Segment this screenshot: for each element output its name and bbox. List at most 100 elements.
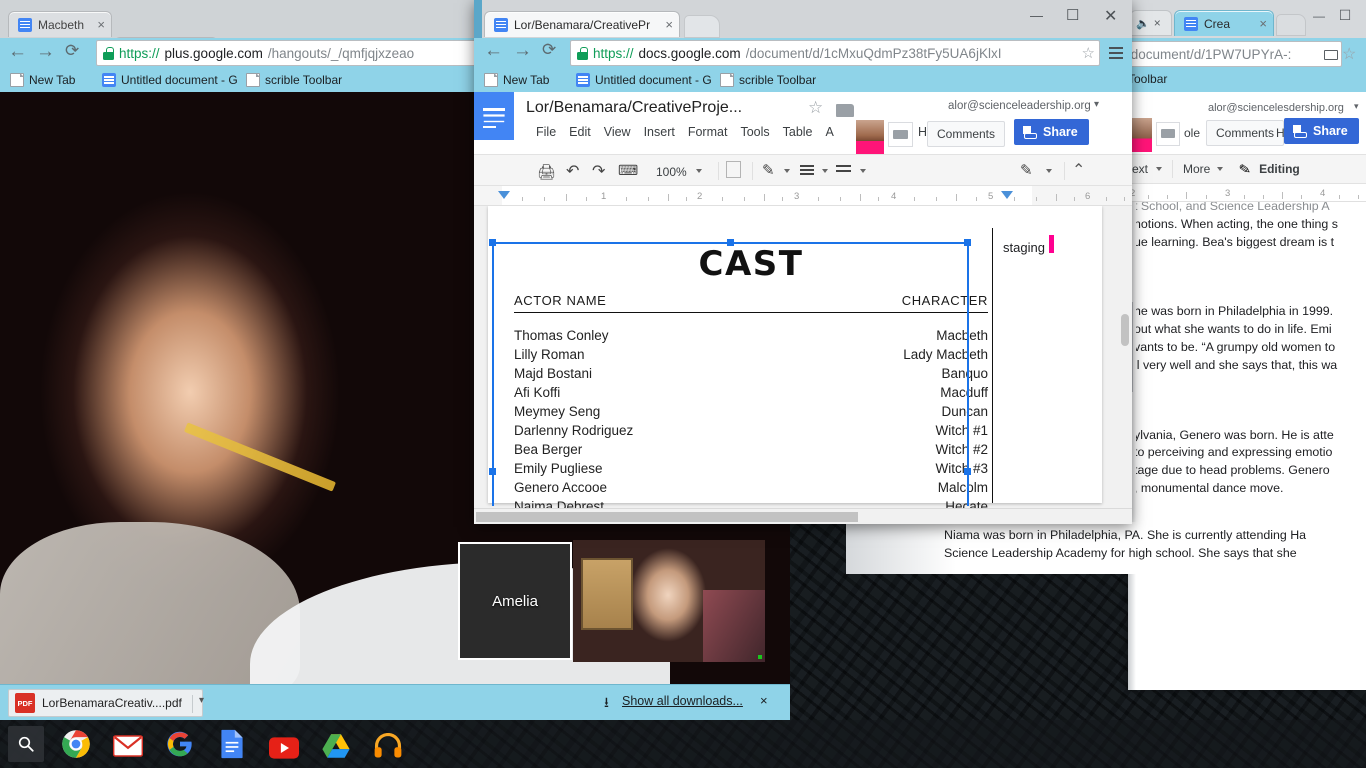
new-tab-button[interactable] [684,15,720,38]
selection-handle-bottom-left[interactable] [489,468,496,475]
download-item-menu-button[interactable]: ▾ [192,695,204,713]
menu-table[interactable]: Table [783,125,813,139]
right-window-maximize-button[interactable]: ☐ [1334,7,1356,24]
avatar[interactable] [856,120,884,154]
chevron-down-icon[interactable] [696,169,702,173]
shelf-app-google-search[interactable] [162,726,198,762]
launcher-button[interactable] [8,726,44,762]
show-all-downloads-link[interactable]: Show all downloads... [622,694,743,708]
close-icon[interactable]: × [1154,16,1161,30]
pencil-icon[interactable]: ✎ [1238,160,1253,179]
indent-marker-right[interactable] [1001,191,1013,199]
menu-view[interactable]: View [604,125,631,139]
shelf-app-gmail[interactable] [110,728,146,764]
close-icon[interactable]: × [97,18,105,31]
editing-mode-label[interactable]: Editing [1259,162,1300,176]
account-email[interactable]: alor@scienceleadership.org [948,100,1091,112]
docs-menubar[interactable]: File Edit View Insert Format Tools Table… [536,125,834,139]
docs-home-logo[interactable] [474,92,514,140]
comments-button[interactable]: Comments [1206,120,1284,146]
docs-horizontal-scrollbar-thumb[interactable] [476,512,858,522]
front-window-url-bar[interactable]: https:// docs.google.com /document/d/1cM… [570,40,1100,66]
bookmark-item-untitled-document[interactable]: Untitled document - G [102,73,238,87]
pencil-icon[interactable]: ✎ [1020,161,1033,179]
shelf-app-youtube[interactable] [266,730,302,766]
line-weight-icon[interactable] [800,165,814,167]
share-button[interactable]: Share [1284,118,1359,144]
bookmark-star-icon[interactable]: ☆ [1080,44,1095,62]
menu-insert[interactable]: Insert [644,125,675,139]
chevron-down-icon[interactable] [1156,167,1162,171]
maximize-button[interactable]: ☐ [1066,6,1079,24]
close-window-button[interactable]: ✕ [1104,6,1117,26]
menu-format[interactable]: Format [688,125,728,139]
print-icon[interactable]: 🖨 [537,163,556,181]
bookmark-item-scrible-toolbar[interactable]: scrible Toolbar [720,73,816,87]
back-button[interactable]: ← [484,41,503,60]
hangout-thumbnail-video[interactable] [573,540,765,662]
right-docs-ruler[interactable]: 2 3 4 [1128,184,1366,202]
bookmark-item-untitled-document[interactable]: Untitled document - G [576,73,712,87]
cast-icon[interactable] [1324,50,1338,60]
bookmark-item-new-tab[interactable]: New Tab [484,73,549,87]
collapse-toolbar-icon[interactable]: ⌃ [1072,160,1085,180]
bookmark-star-icon[interactable]: ☆ [1342,44,1356,64]
docs-vertical-scrollbar[interactable] [1118,206,1132,508]
menu-tools[interactable]: Tools [740,125,769,139]
document-title[interactable]: Lor/Benamara/CreativeProje... [526,99,742,117]
selection-handle-top-center[interactable] [727,239,734,246]
selection-handle-top-left[interactable] [489,239,496,246]
menu-help[interactable]: H [918,125,927,139]
account-email[interactable]: alor@sciencelesdership.org [1208,102,1344,114]
bookmark-item-scrible-toolbar[interactable]: scrible Toolbar [246,73,342,87]
line-color-icon[interactable]: ✎ [762,161,775,179]
right-window-media-controls[interactable]: 🔈 × [1130,10,1172,36]
docs-menu-help[interactable]: ole [1184,126,1200,140]
redo-icon[interactable]: ↷ [592,161,605,181]
share-button[interactable]: Share [1014,119,1089,145]
comment-icon[interactable] [888,122,913,147]
shelf-app-google-drive[interactable] [318,728,354,764]
account-caret-icon[interactable]: ▾ [1094,99,1099,110]
zoom-level[interactable]: 100% [656,165,687,179]
chevron-down-icon[interactable] [1046,169,1052,173]
menu-edit[interactable]: Edit [569,125,591,139]
bookmark-item-scrible[interactable]: Toolbar [1128,72,1167,86]
docs-ruler[interactable]: 1 2 3 4 5 6 [474,186,1132,206]
text-style-label[interactable]: ext [1132,162,1148,176]
bookmark-item-new-tab[interactable]: New Tab [10,73,75,87]
new-tab-button[interactable] [1276,14,1306,36]
reload-button[interactable]: ⟳ [65,42,79,59]
indent-marker-left[interactable] [498,191,510,199]
selection-handle-top-right[interactable] [964,239,971,246]
line-dash-icon[interactable] [836,165,851,167]
chevron-down-icon[interactable] [1217,167,1223,171]
star-document-icon[interactable]: ☆ [808,98,823,118]
comment-icon[interactable] [1156,122,1180,146]
side-note-column[interactable]: staging [992,228,1092,503]
right-window-url-bar[interactable]: /document/d/1PW7UPYrA-: [1120,41,1342,67]
docs-horizontal-scrollbar[interactable] [474,508,1132,524]
forward-button[interactable]: → [36,42,55,61]
more-button[interactable]: More [1183,162,1210,176]
chevron-down-icon[interactable] [860,169,866,173]
selection-handle-bottom-right[interactable] [964,468,971,475]
tab-lor-benamara-creative-project[interactable]: Lor/Benamara/CreativePr × [484,11,680,37]
tab-crea[interactable]: Crea × [1174,10,1274,36]
shelf-app-google-play-music[interactable] [370,728,406,764]
forward-button[interactable]: → [513,41,532,60]
download-item[interactable]: PDF LorBenamaraCreativ....pdf [8,689,203,717]
right-window-minimize-button[interactable]: — [1308,9,1330,23]
close-icon[interactable]: × [1259,17,1267,30]
close-downloads-bar-button[interactable]: × [760,693,768,708]
chevron-down-icon[interactable] [822,169,828,173]
crop-icon[interactable] [726,161,741,178]
docs-vertical-scrollbar-thumb[interactable] [1121,314,1129,346]
menu-addons[interactable]: A [826,125,834,139]
minimize-button[interactable]: — [1030,8,1043,23]
paint-format-icon[interactable]: ⌨ [618,162,638,179]
cast-table[interactable]: CAST ACTOR NAME CHARACTER Thomas Conley … [514,242,988,504]
undo-icon[interactable]: ↶ [566,161,579,181]
close-icon[interactable]: × [665,18,673,31]
folder-icon[interactable] [836,104,854,117]
